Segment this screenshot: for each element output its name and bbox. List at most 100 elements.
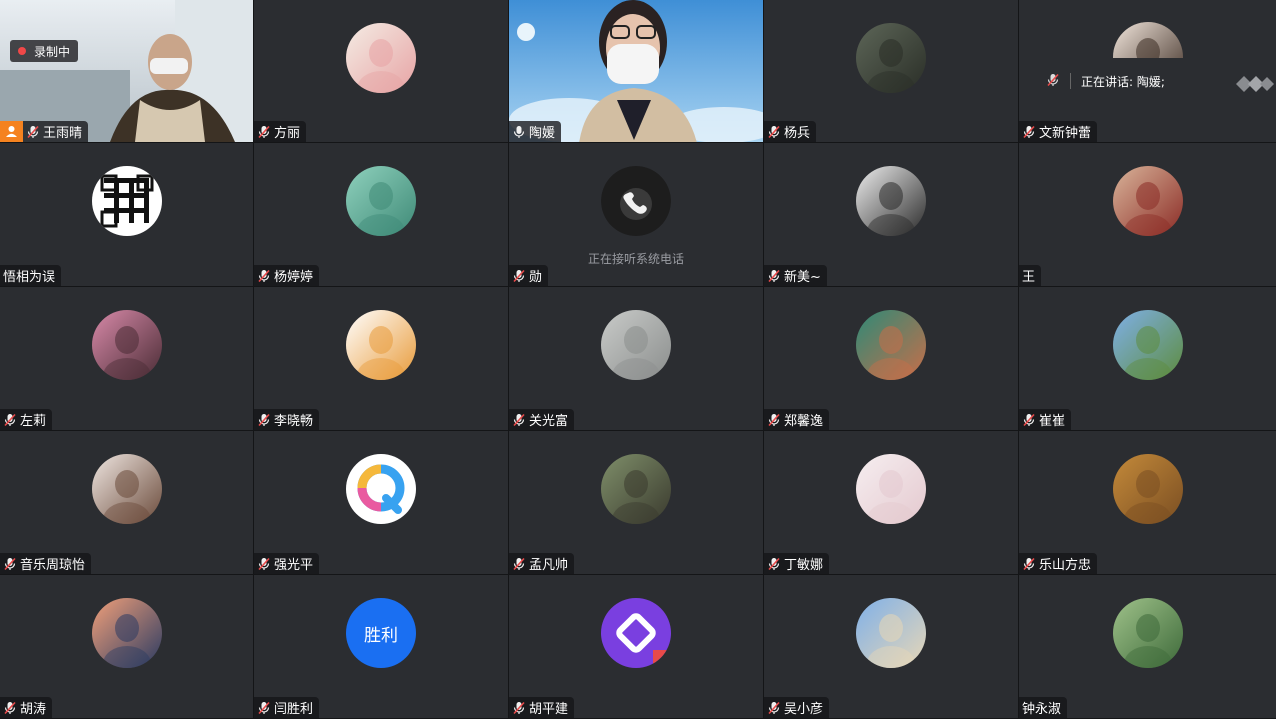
participant-nameplate: 郑馨逸 xyxy=(764,409,830,430)
recording-label: 录制中 xyxy=(34,44,71,59)
participant-nameplate: 悟相为误 xyxy=(0,265,62,286)
avatar xyxy=(1112,598,1183,668)
avatar xyxy=(856,166,926,236)
participant-tile[interactable]: 胡平建 xyxy=(509,575,763,718)
avatar xyxy=(346,454,416,524)
participant-nameplate: 吴小彦 xyxy=(764,697,830,718)
recording-dot-icon xyxy=(18,47,26,55)
participant-nameplate: 李晓畅 xyxy=(254,409,320,430)
avatar xyxy=(1112,166,1183,236)
participant-tile[interactable]: 孟凡帅 xyxy=(509,431,763,574)
participant-tile[interactable]: 左莉 xyxy=(0,287,253,430)
participant-tile[interactable]: 音乐周琼怡 xyxy=(0,431,253,574)
avatar xyxy=(1112,310,1183,380)
participant-nameplate: 陶媛 xyxy=(509,121,562,142)
participant-nameplate: 杨婷婷 xyxy=(254,265,320,286)
mic-muted-icon xyxy=(3,557,17,571)
participant-tile[interactable]: 崔崔 xyxy=(1019,287,1276,430)
avatar xyxy=(1112,22,1183,58)
participant-name: 闫胜利 xyxy=(274,702,314,717)
phone-call-icon xyxy=(601,166,671,236)
speaking-divider xyxy=(1070,73,1071,89)
avatar xyxy=(601,598,671,668)
participant-nameplate: 新美~ xyxy=(764,265,827,286)
participant-name: 丁敏娜 xyxy=(784,558,824,573)
avatar xyxy=(91,166,162,236)
participant-name: 强光平 xyxy=(274,558,314,573)
participant-name: 王雨晴 xyxy=(43,126,83,141)
participant-tile[interactable]: 李晓畅 xyxy=(254,287,508,430)
participant-name: 钟永淑 xyxy=(1022,702,1062,717)
participant-nameplate: 王雨晴 xyxy=(23,121,89,142)
participant-name: 胡平建 xyxy=(529,702,569,717)
participant-name: 关光富 xyxy=(529,414,569,429)
participant-tile[interactable]: 方丽 xyxy=(254,0,508,142)
participant-tile[interactable]: 钟永淑 xyxy=(1019,575,1276,718)
participant-tile[interactable]: 新美~ xyxy=(764,143,1018,286)
participant-name: 陶媛 xyxy=(529,126,556,141)
participant-name: 方丽 xyxy=(274,126,301,141)
participant-nameplate: 方丽 xyxy=(254,121,307,142)
participant-name: 吴小彦 xyxy=(784,702,824,717)
participant-tile[interactable]: 陶媛 xyxy=(509,0,763,142)
mic-muted-icon xyxy=(26,125,40,139)
participant-nameplate: 孟凡帅 xyxy=(509,553,575,574)
participant-name: 郑馨逸 xyxy=(784,414,824,429)
participant-name: 勋 xyxy=(529,270,543,285)
avatar xyxy=(91,310,162,380)
participant-nameplate: 乐山方忠 xyxy=(1019,553,1098,574)
participant-tile[interactable]: 正在接听系统电话勋 xyxy=(509,143,763,286)
participant-name: 孟凡帅 xyxy=(529,558,569,573)
participant-tile[interactable]: 吴小彦 xyxy=(764,575,1018,718)
participant-tile[interactable]: 胡涛 xyxy=(0,575,253,718)
mic-muted-icon xyxy=(767,125,781,139)
mic-muted-icon xyxy=(257,701,271,715)
participant-tile[interactable]: 强光平 xyxy=(254,431,508,574)
participant-nameplate: 钟永淑 xyxy=(1019,697,1068,718)
avatar: 胜利 xyxy=(346,598,416,668)
participant-tile[interactable]: 悟相为误 xyxy=(0,143,253,286)
participant-name: 胡涛 xyxy=(20,702,47,717)
participant-name: 杨兵 xyxy=(784,126,811,141)
participant-nameplate: 胡涛 xyxy=(0,697,53,718)
host-icon xyxy=(0,121,23,142)
participant-name: 乐山方忠 xyxy=(1039,558,1092,573)
mic-muted-icon xyxy=(1022,413,1036,427)
participant-name: 文新钟蕾 xyxy=(1039,126,1092,141)
speaking-label: 正在讲话: 陶媛; xyxy=(1081,74,1165,89)
avatar xyxy=(601,454,671,524)
avatar xyxy=(346,310,416,380)
avatar xyxy=(1112,454,1183,524)
avatar xyxy=(856,598,926,668)
participant-name: 音乐周琼怡 xyxy=(20,558,86,573)
participant-nameplate: 音乐周琼怡 xyxy=(0,553,92,574)
mic-muted-icon xyxy=(257,269,271,283)
participant-tile[interactable]: 郑馨逸 xyxy=(764,287,1018,430)
mic-muted-icon xyxy=(767,701,781,715)
participant-tile[interactable]: 关光富 xyxy=(509,287,763,430)
participant-grid: 王雨晴 方丽 陶媛 杨兵 文新钟蕾悟相为误 杨婷婷 正在接听系统电话勋新美~ 王左莉 李晓畅 关光… xyxy=(0,0,1276,719)
participant-tile[interactable]: 杨婷婷 xyxy=(254,143,508,286)
mic-muted-icon xyxy=(257,413,271,427)
participant-nameplate: 关光富 xyxy=(509,409,575,430)
mic-muted-icon xyxy=(512,269,526,283)
participant-nameplate: 胡平建 xyxy=(509,697,575,718)
mic-muted-icon xyxy=(257,125,271,139)
participant-nameplate: 勋 xyxy=(509,265,549,286)
participant-tile[interactable]: 胜利闫胜利 xyxy=(254,575,508,718)
avatar xyxy=(856,454,926,524)
participant-tile[interactable]: 乐山方忠 xyxy=(1019,431,1276,574)
participant-nameplate: 强光平 xyxy=(254,553,320,574)
mic-muted-icon xyxy=(3,701,17,715)
participant-name: 崔崔 xyxy=(1039,414,1066,429)
recording-badge: 录制中 xyxy=(10,40,79,62)
avatar xyxy=(346,166,416,236)
mic-muted-icon xyxy=(257,557,271,571)
avatar xyxy=(856,23,926,93)
participant-tile[interactable]: 杨兵 xyxy=(764,0,1018,142)
participant-tile[interactable]: 王 xyxy=(1019,143,1276,286)
participant-name: 左莉 xyxy=(20,414,47,429)
mic-muted-icon xyxy=(1022,557,1036,571)
participant-tile[interactable]: 王雨晴 xyxy=(0,0,253,142)
participant-tile[interactable]: 丁敏娜 xyxy=(764,431,1018,574)
